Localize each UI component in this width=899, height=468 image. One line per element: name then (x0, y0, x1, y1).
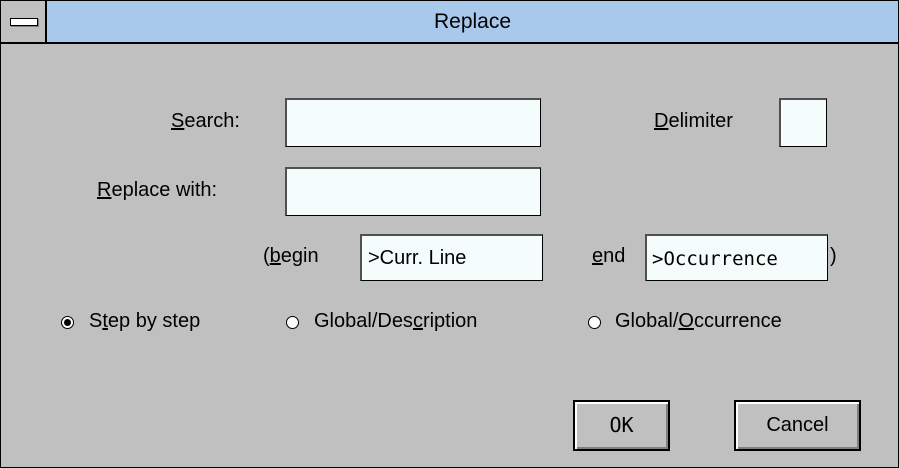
begin-input-value: >Curr. Line (368, 247, 467, 269)
delimiter-label: Delimiter (654, 110, 733, 132)
radio-selected-dot (64, 319, 71, 326)
replace-dialog: Replace Search: Delimiter Replace with: … (0, 0, 899, 468)
system-menu-icon (10, 18, 38, 26)
end-label: end (592, 245, 626, 267)
step-by-step-label[interactable]: Step by step (89, 310, 200, 333)
end-close-paren: ) (830, 245, 837, 267)
end-input[interactable]: >Occurrence (645, 234, 828, 281)
search-input[interactable] (285, 98, 541, 147)
step-by-step-radio[interactable] (61, 316, 74, 329)
begin-input[interactable]: >Curr. Line (360, 234, 543, 281)
window-title: Replace (433, 10, 512, 33)
ok-button[interactable]: OK (573, 400, 670, 451)
cancel-button[interactable]: Cancel (734, 400, 861, 451)
global-description-label[interactable]: Global/Description (314, 310, 477, 333)
search-label: Search: (171, 110, 240, 132)
global-description-radio[interactable] (286, 316, 299, 329)
begin-label: (begin (263, 245, 319, 267)
end-input-value: >Occurrence (652, 248, 778, 270)
replace-with-label: Replace with: (97, 179, 218, 201)
system-menu-button[interactable] (1, 1, 47, 42)
title-bar: Replace (1, 1, 898, 44)
global-occurrence-radio[interactable] (588, 316, 601, 329)
delimiter-input[interactable] (779, 98, 827, 147)
replace-with-input[interactable] (285, 167, 541, 216)
global-occurrence-label[interactable]: Global/Occurrence (615, 310, 782, 333)
